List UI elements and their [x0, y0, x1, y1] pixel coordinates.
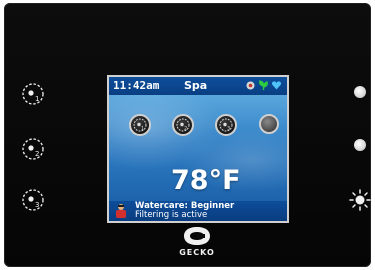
- svg-text:2: 2: [35, 150, 39, 158]
- message-bar: Watercare: Beginner Filtering is active: [109, 201, 287, 221]
- gecko-logo: GECKO: [171, 223, 223, 261]
- clock: 11:42am: [113, 79, 160, 92]
- light-icon: [349, 189, 371, 211]
- svg-text:3: 3: [35, 201, 39, 209]
- svg-text:1: 1: [141, 126, 144, 132]
- pump-2-button[interactable]: 2: [20, 136, 46, 162]
- pump-3-button[interactable]: 3: [20, 187, 46, 213]
- status-icons: [245, 80, 282, 91]
- down-dot-button[interactable]: [354, 139, 366, 151]
- pump-1-icon: 1: [133, 118, 147, 132]
- watercare-person-icon: [116, 204, 126, 218]
- screen-pump-1[interactable]: 1: [129, 114, 151, 136]
- svg-text:2: 2: [184, 126, 187, 132]
- light-button[interactable]: [347, 187, 373, 213]
- screen-title: Spa: [184, 79, 208, 92]
- svg-text:3: 3: [227, 126, 230, 132]
- shield-icon: [246, 81, 255, 90]
- screen-pump-2[interactable]: 2: [172, 114, 194, 136]
- pump-3-icon: 3: [219, 118, 233, 132]
- plant-icon: [259, 80, 268, 90]
- heart-icon: [271, 81, 282, 90]
- svg-text:1: 1: [35, 95, 39, 103]
- filter-status: Filtering is active: [135, 210, 208, 220]
- pump-1-button[interactable]: 1: [20, 81, 46, 107]
- pump-1-icon: 1: [22, 83, 44, 105]
- screen-light-button[interactable]: [259, 114, 279, 134]
- lcd-screen: 11:42am Spa 1 2 3 78°F Watercare: Beginn…: [107, 75, 289, 223]
- gecko-mark-icon: [184, 227, 210, 245]
- water-temperature: 78°F: [171, 165, 241, 196]
- pump-3-icon: 3: [22, 189, 44, 211]
- up-dot-button[interactable]: [354, 86, 366, 98]
- pump-2-icon: 2: [176, 118, 190, 132]
- screen-pump-3[interactable]: 3: [215, 114, 237, 136]
- control-panel: 1 2 3 11:42am Spa 1 2 3 78°F Watercare: …: [4, 3, 371, 267]
- status-bar: 11:42am Spa: [109, 77, 287, 95]
- brand-name: GECKO: [179, 248, 215, 257]
- pump-2-icon: 2: [22, 138, 44, 160]
